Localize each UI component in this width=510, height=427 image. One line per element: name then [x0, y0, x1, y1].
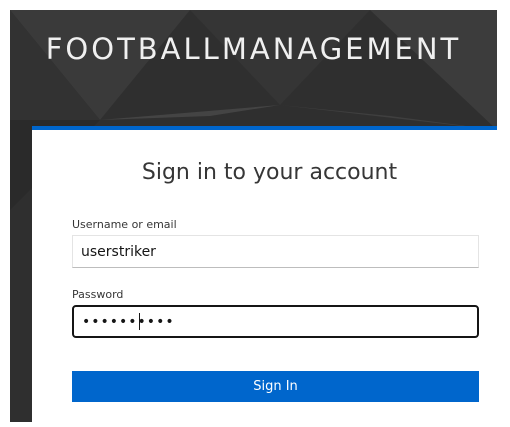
login-backdrop: FOOTBALLMANAGEMENT Sign in to your accou… — [10, 10, 497, 422]
sign-in-button-label: Sign In — [253, 379, 298, 394]
sign-in-button[interactable]: Sign In — [72, 371, 479, 402]
brand-title: FOOTBALLMANAGEMENT — [45, 32, 462, 66]
password-label: Password — [72, 288, 124, 301]
login-page: FOOTBALLMANAGEMENT Sign in to your accou… — [0, 0, 510, 427]
login-heading: Sign in to your account — [141, 160, 398, 185]
username-label: Username or email — [72, 218, 177, 231]
username-input[interactable] — [72, 235, 479, 268]
password-input[interactable] — [72, 305, 479, 338]
text-caret — [139, 313, 140, 330]
login-card: Sign in to your account Username or emai… — [32, 126, 497, 422]
